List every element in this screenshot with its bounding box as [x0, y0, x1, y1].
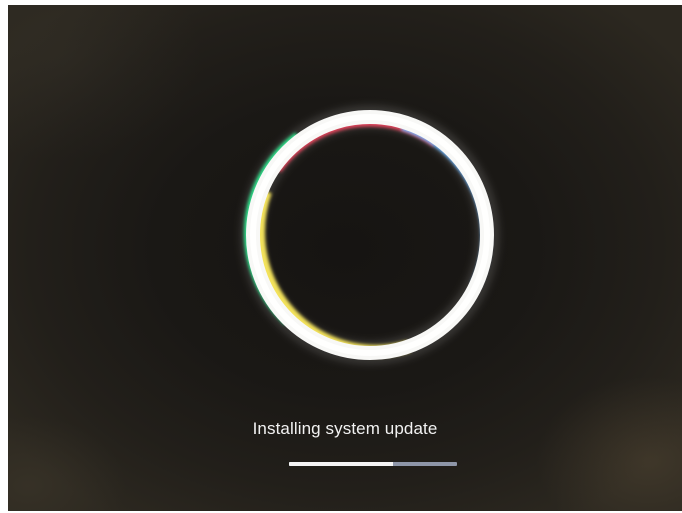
progress-bar-fill	[289, 462, 394, 466]
update-screen: Installing system update	[8, 5, 682, 511]
status-text: Installing system update	[252, 419, 438, 438]
photo-frame: Installing system update	[0, 0, 682, 513]
multicolor-ring-spinner-icon	[240, 105, 500, 365]
ring-core-highlight	[250, 114, 490, 356]
update-spinner	[230, 95, 510, 375]
progress-bar	[289, 462, 457, 466]
